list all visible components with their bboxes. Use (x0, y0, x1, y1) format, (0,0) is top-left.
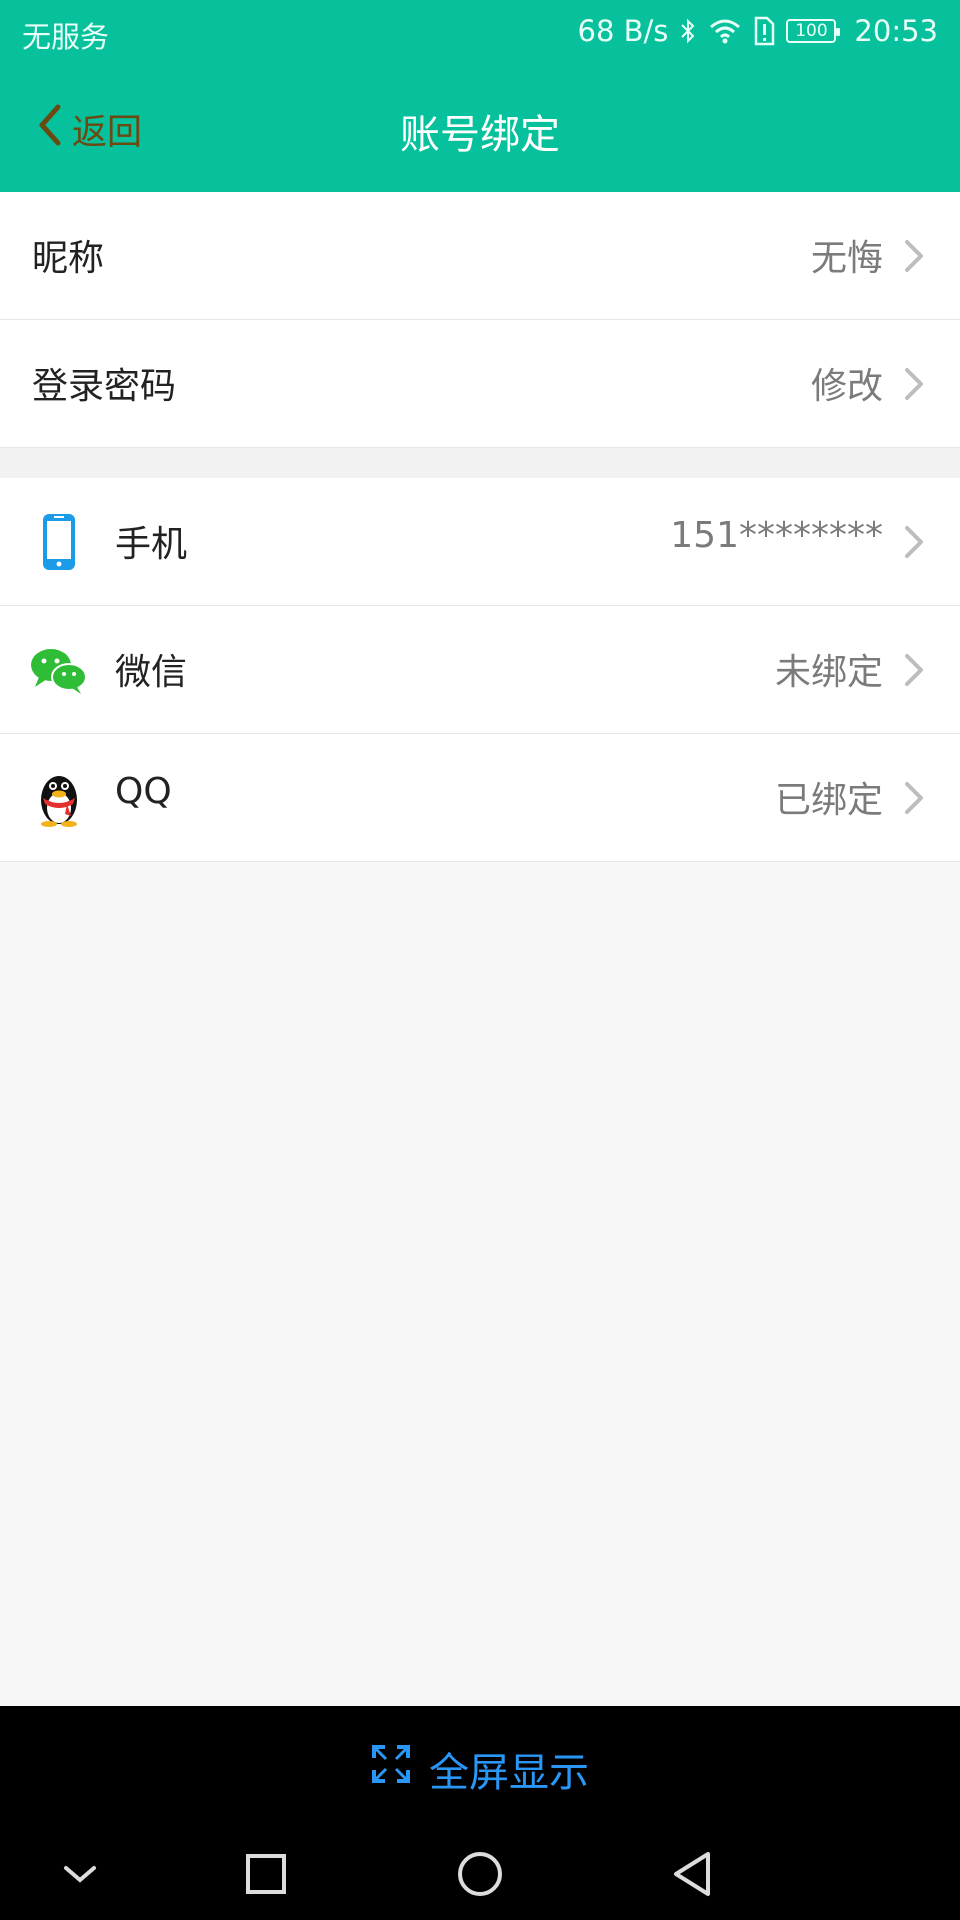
hide-nav-button[interactable] (50, 1844, 110, 1904)
binding-section: 手机 151******** 微信 未绑定 QQ 已绑定 (0, 478, 960, 862)
recent-apps-button[interactable] (236, 1844, 296, 1904)
profile-section: 昵称 无悔 登录密码 修改 (0, 192, 960, 448)
row-value: 修改 (810, 366, 883, 407)
clock-time: 20:53 (854, 14, 938, 48)
status-bar: 无服务 68 B/s 100 20:53 (0, 0, 960, 66)
chevron-right-icon (902, 650, 926, 690)
section-divider (0, 448, 960, 479)
wechat-icon (28, 636, 90, 704)
expand-icon (371, 1744, 411, 1794)
back-nav-button[interactable] (662, 1844, 722, 1904)
row-value: 未绑定 (774, 652, 883, 693)
chevron-right-icon (902, 364, 926, 404)
phone-binding-row[interactable]: 手机 151******** (0, 478, 960, 606)
qq-icon (28, 764, 90, 832)
row-value: 无悔 (810, 238, 883, 279)
carrier-text: 无服务 (22, 20, 110, 54)
nav-bar: 返回 账号绑定 (0, 66, 960, 192)
bluetooth-icon (678, 16, 698, 46)
battery-indicator: 100 (786, 19, 841, 43)
row-label: 登录密码 (32, 366, 177, 407)
network-speed: 68 B/s (577, 14, 669, 48)
navigation-keys (0, 1834, 960, 1920)
status-right: 68 B/s 100 20:53 (578, 14, 938, 48)
fullscreen-label: 全屏显示 (429, 1750, 589, 1796)
phone-icon (28, 508, 90, 576)
wechat-binding-row[interactable]: 微信 未绑定 (0, 606, 960, 734)
row-value: 已绑定 (774, 780, 883, 821)
qq-binding-row[interactable]: QQ 已绑定 (0, 734, 960, 862)
row-label: 昵称 (32, 238, 105, 279)
row-label: 手机 (115, 524, 188, 565)
row-value: 151******** (670, 515, 883, 556)
page-title: 账号绑定 (400, 112, 560, 158)
system-bottom-bar: 全屏显示 (0, 1706, 960, 1920)
chevron-right-icon (902, 522, 926, 562)
chevron-right-icon (902, 236, 926, 276)
password-row[interactable]: 登录密码 修改 (0, 320, 960, 448)
row-label: 微信 (115, 652, 188, 693)
sim-alert-icon (752, 16, 776, 46)
home-button[interactable] (450, 1844, 510, 1904)
wifi-icon (708, 17, 742, 45)
fullscreen-button[interactable]: 全屏显示 (0, 1740, 960, 1798)
row-label: QQ (115, 771, 172, 812)
nickname-row[interactable]: 昵称 无悔 (0, 192, 960, 320)
chevron-right-icon (902, 778, 926, 818)
app-header: 无服务 68 B/s 100 20:53 返回 账号绑定 (0, 0, 960, 192)
